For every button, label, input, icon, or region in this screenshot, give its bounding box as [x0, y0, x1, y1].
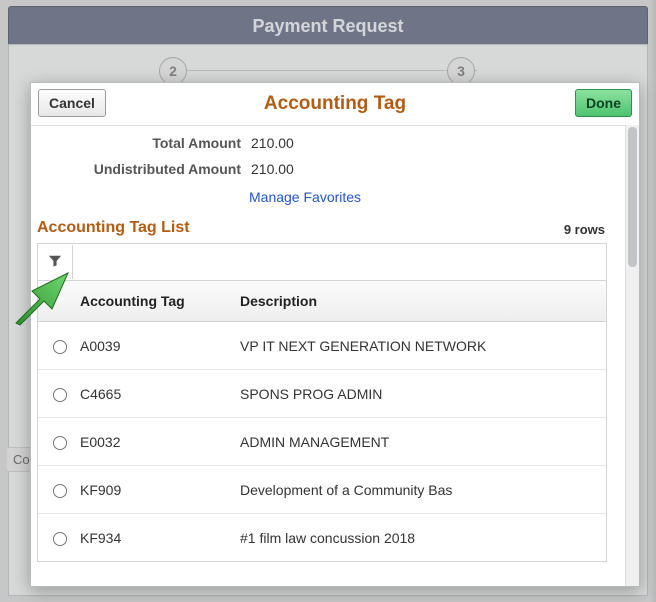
modal-title: Accounting Tag: [264, 93, 406, 115]
torn-edge: [650, 0, 656, 602]
cancel-button[interactable]: Cancel: [38, 89, 106, 117]
row-description: Development of a Community Bas: [240, 482, 606, 498]
table-row[interactable]: C4665 SPONS PROG ADMIN: [38, 370, 606, 418]
total-amount-value: 210.00: [251, 135, 294, 151]
filter-button[interactable]: [38, 245, 73, 279]
scrollbar-thumb[interactable]: [628, 127, 637, 267]
grid-column-header: Accounting Tag Description: [38, 281, 606, 322]
row-tag: E0032: [80, 434, 240, 450]
column-header-description[interactable]: Description: [240, 293, 606, 309]
row-tag: KF934: [80, 530, 240, 546]
table-row[interactable]: E0032 ADMIN MANAGEMENT: [38, 418, 606, 466]
row-radio[interactable]: [53, 388, 67, 402]
row-radio[interactable]: [53, 532, 67, 546]
table-row[interactable]: A0039 VP IT NEXT GENERATION NETWORK: [38, 322, 606, 370]
row-description: ADMIN MANAGEMENT: [240, 434, 606, 450]
row-radio[interactable]: [53, 340, 67, 354]
funnel-icon: [48, 254, 62, 271]
row-tag: C4665: [80, 386, 240, 402]
row-tag: KF909: [80, 482, 240, 498]
undistributed-amount-value: 210.00: [251, 161, 294, 177]
row-tag: A0039: [80, 338, 240, 354]
row-description: VP IT NEXT GENERATION NETWORK: [240, 338, 606, 354]
table-row[interactable]: KF934 #1 film law concussion 2018: [38, 514, 606, 561]
row-radio[interactable]: [53, 484, 67, 498]
column-header-tag[interactable]: Accounting Tag: [80, 293, 240, 309]
done-button[interactable]: Done: [575, 89, 632, 117]
table-row[interactable]: KF909 Development of a Community Bas: [38, 466, 606, 514]
undistributed-amount-label: Undistributed Amount: [31, 161, 251, 177]
accounting-tag-grid: Accounting Tag Description A0039 VP IT N…: [37, 243, 607, 562]
row-radio[interactable]: [53, 436, 67, 450]
total-amount-label: Total Amount: [31, 135, 251, 151]
row-description: SPONS PROG ADMIN: [240, 386, 606, 402]
accounting-tag-list-title: Accounting Tag List: [37, 219, 190, 237]
manage-favorites-link[interactable]: Manage Favorites: [249, 189, 361, 205]
row-count: 9 rows: [564, 222, 605, 237]
accounting-tag-modal: Cancel Accounting Tag Done Total Amount …: [30, 82, 640, 587]
modal-scrollbar[interactable]: [625, 125, 639, 586]
row-description: #1 film law concussion 2018: [240, 530, 606, 546]
